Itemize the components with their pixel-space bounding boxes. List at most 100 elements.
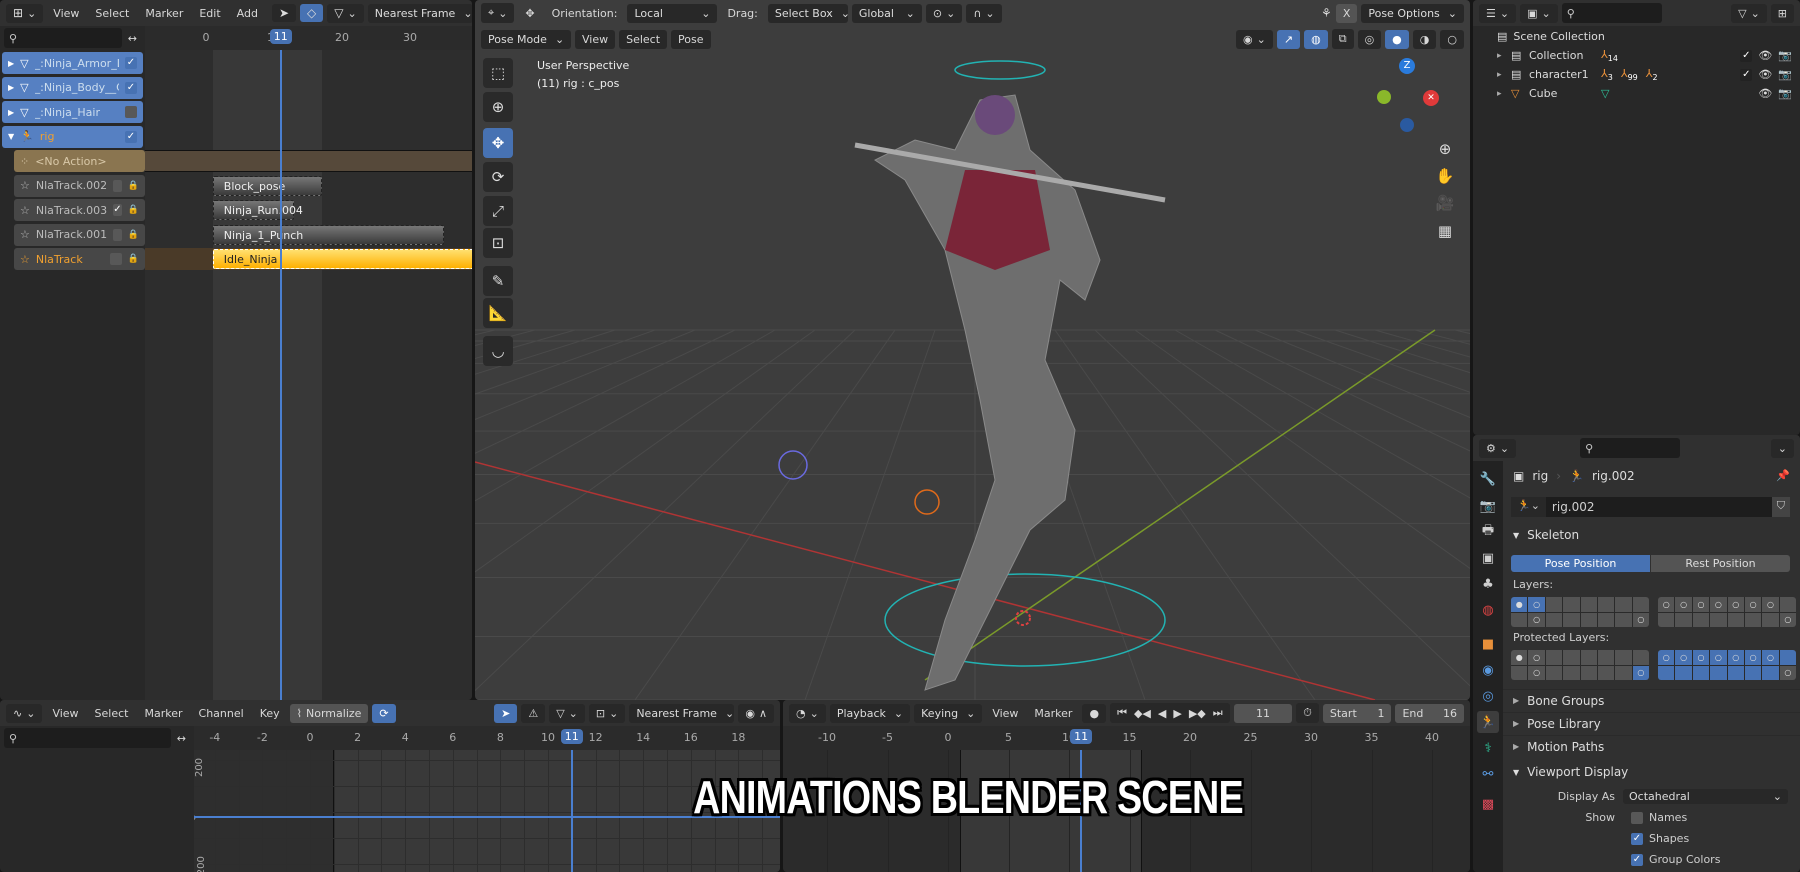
layer-button[interactable] [1727, 612, 1744, 627]
channel-object[interactable]: ▶ ▽ _:Ninja_Armor_Legs ✓ [2, 52, 143, 74]
viewport-display-panel-header[interactable]: ▼ Viewport Display [1503, 761, 1800, 783]
outliner-item[interactable]: ▸ ▽ Cube ▽ 👁 📷 [1473, 84, 1800, 103]
menu-pose[interactable]: Pose [671, 29, 711, 49]
filter-button[interactable]: ▽ ⌄ [327, 3, 364, 23]
nla-strip[interactable]: Ninja_1_Punch [212, 224, 444, 245]
play-reverse-icon[interactable]: ◀ [1158, 707, 1166, 720]
channel-checkbox[interactable]: ✓ [125, 130, 137, 143]
layer-button[interactable]: ○ [1710, 597, 1727, 612]
camera-render-icon[interactable]: 📷 [1778, 68, 1792, 81]
layer-button[interactable] [1597, 597, 1615, 612]
play-icon[interactable]: ▶ [1173, 707, 1181, 720]
tab-world[interactable]: ◍ [1477, 599, 1499, 621]
nla-track[interactable]: ☆ NlaTrack.001 🔒 [14, 223, 145, 246]
armature-browse-icon[interactable]: 🏃⌄ [1511, 497, 1546, 517]
checkbox[interactable] [1631, 811, 1643, 824]
solid-shading-button[interactable]: ● [1385, 29, 1409, 49]
editor-type-button[interactable]: ☰ ⌄ [1479, 3, 1517, 23]
menu-marker[interactable]: Marker [138, 705, 188, 722]
snap-button[interactable]: ∩ ⌄ [966, 3, 1002, 23]
exclude-checkbox[interactable]: ✓ [1740, 49, 1753, 62]
layer-button[interactable] [1545, 597, 1563, 612]
lock-icon[interactable]: 🔒 [128, 254, 139, 264]
jump-start-icon[interactable]: ⏮ [1117, 706, 1127, 720]
editor-type-button[interactable]: ◔ ⌄ [789, 703, 826, 723]
outliner-search-input[interactable]: ⚲ [1561, 3, 1662, 23]
display-as-dropdown[interactable]: Octahedral ⌄ [1623, 788, 1788, 804]
orientation-dropdown[interactable]: Local ⌄ [627, 3, 718, 23]
pivot-button[interactable]: ⊡ ⌄ [588, 703, 626, 723]
menu-view[interactable]: View [47, 5, 85, 22]
xray-button[interactable]: ⧉ [1331, 29, 1354, 49]
editor-type-button[interactable]: ⊞ ⌄ [6, 3, 44, 23]
navigation-gizmo[interactable]: Z ✕ [1375, 58, 1445, 132]
collapsed-arrow-icon[interactable]: ▶ [8, 83, 14, 92]
tab-object[interactable]: ■ [1477, 633, 1499, 655]
channel-search-input[interactable]: ⚲ [4, 728, 171, 748]
menu-select[interactable]: Select [89, 705, 135, 722]
tab-texture[interactable]: ▩ [1477, 793, 1499, 815]
datablock-selector[interactable]: 🏃⌄ rig.002 ⛉ [1511, 497, 1790, 517]
gizmo-button[interactable]: ↗ [1276, 29, 1301, 49]
layer-button[interactable]: ○ [1528, 612, 1545, 627]
layer-button[interactable] [1658, 612, 1675, 627]
layer-button[interactable]: ○ [1658, 597, 1675, 612]
next-keyframe-icon[interactable]: ▶◆ [1189, 707, 1206, 720]
3d-viewport[interactable]: ⌖ ⌄ ✥ Orientation: Local ⌄ Drag: Select Bo… [475, 0, 1470, 700]
layer-button[interactable]: ○ [1727, 597, 1744, 612]
prev-keyframe-icon[interactable]: ◆◀ [1134, 707, 1151, 720]
layer-button[interactable]: ○ [1762, 650, 1779, 665]
layers-grid-b[interactable]: ○ ○ ○ ○ ○ ○ ○ ○ [1658, 597, 1796, 627]
layer-button[interactable] [1744, 665, 1762, 680]
disclosure-arrow-icon[interactable]: ▸ [1497, 89, 1511, 99]
layer-button[interactable] [1597, 612, 1615, 627]
pose-position-button[interactable]: Pose Position [1511, 555, 1650, 572]
filter-button[interactable]: ▽ ⌄ [549, 703, 585, 723]
visibility-button[interactable]: ◉ ⌄ [1236, 29, 1273, 49]
collapsed-arrow-icon[interactable]: ▶ [8, 59, 14, 68]
menu-view[interactable]: View [575, 29, 616, 49]
gizmo-y-axis[interactable] [1377, 90, 1391, 104]
nla-track[interactable]: ☆ NlaTrack 🔒 [14, 248, 145, 270]
pan-view-button[interactable]: ✋ [1434, 165, 1456, 187]
tab-render[interactable]: 📷 [1477, 495, 1499, 517]
layer-button[interactable]: ○ [1744, 650, 1762, 665]
star-icon[interactable]: ☆ [20, 228, 30, 241]
menu-marker[interactable]: Marker [1028, 705, 1078, 722]
material-shading-button[interactable]: ◑ [1412, 29, 1437, 49]
layer-button[interactable]: ○ [1528, 665, 1545, 680]
channel-checkbox[interactable]: ✓ [125, 57, 137, 69]
protected-layers-grid-a[interactable]: ● ○ ○ ○ [1511, 650, 1649, 680]
show-shapes-checkbox[interactable]: ✓ Shapes [1631, 832, 1689, 845]
mode-dropdown[interactable]: Pose Mode ⌄ [481, 29, 571, 49]
filter-button[interactable]: ▽ ⌄ [1731, 3, 1767, 23]
channel-object[interactable]: ▶ ▽ _:Ninja_Body__Cloth ✓ [2, 76, 143, 99]
layer-button[interactable]: ○ [1632, 612, 1649, 627]
rest-position-button[interactable]: Rest Position [1651, 555, 1790, 572]
eye-icon[interactable]: 👁 [1758, 68, 1772, 81]
track-checkbox[interactable] [109, 253, 122, 265]
collapsed-arrow-icon[interactable]: ▶ [8, 108, 14, 117]
layer-button[interactable] [1580, 597, 1597, 612]
end-frame-field[interactable]: End 16 [1395, 703, 1465, 723]
layer-button[interactable] [1563, 665, 1580, 680]
pin-icon[interactable]: 📌 [1776, 469, 1790, 482]
transform-tool[interactable]: ⊡ [483, 228, 513, 258]
layer-button[interactable]: ○ [1528, 650, 1545, 665]
layer-button[interactable]: ● [1511, 597, 1528, 612]
transform-orientation-dropdown[interactable]: Global ⌄ [851, 3, 922, 23]
auto-normalize-button[interactable]: ⟳ [372, 703, 396, 723]
timeline-ruler[interactable]: -10 -5 0 5 10 15 20 25 30 35 40 11 [783, 726, 1470, 750]
layer-button[interactable]: ○ [1779, 612, 1796, 627]
layer-button[interactable]: ○ [1528, 597, 1545, 612]
menu-edit[interactable]: Edit [193, 5, 226, 22]
cursor-tool[interactable]: ⊕ [483, 92, 513, 122]
channel-checkbox[interactable] [125, 106, 137, 118]
tab-modifiers[interactable]: ◉ [1477, 659, 1499, 681]
current-frame-indicator[interactable]: 11 [1070, 729, 1093, 744]
preview-range-button[interactable]: ⏱ [1296, 703, 1319, 723]
scale-tool[interactable]: ⤢ [483, 196, 513, 226]
jump-end-icon[interactable]: ⏭ [1213, 706, 1223, 720]
layer-button[interactable]: ○ [1692, 650, 1710, 665]
disclosure-arrow-icon[interactable]: ▸ [1497, 51, 1511, 61]
